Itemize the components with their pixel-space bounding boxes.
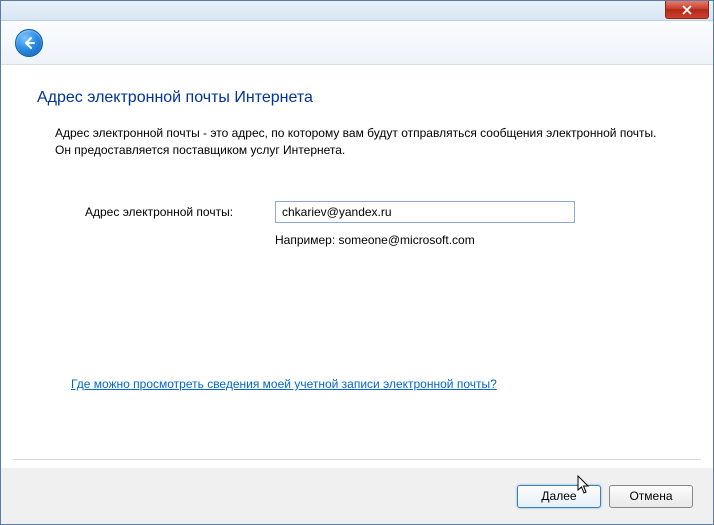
close-icon: [682, 5, 692, 15]
content-area: Адрес электронной почты Интернета Адрес …: [1, 65, 713, 247]
footer-divider: [13, 459, 701, 460]
close-button[interactable]: [665, 1, 709, 19]
help-link[interactable]: Где можно просмотреть сведения моей учет…: [71, 377, 497, 391]
email-hint: Например: someone@microsoft.com: [37, 233, 677, 247]
titlebar: [1, 1, 713, 21]
cancel-button[interactable]: Отмена: [609, 485, 693, 508]
page-description: Адрес электронной почты - это адрес, по …: [37, 125, 677, 159]
footer: Далее Отмена: [1, 468, 713, 524]
email-input[interactable]: [275, 201, 575, 223]
back-arrow-icon: [22, 36, 36, 50]
header-strip: [1, 21, 713, 65]
back-button[interactable]: [15, 29, 43, 57]
next-button[interactable]: Далее: [517, 485, 601, 508]
page-title: Адрес электронной почты Интернета: [37, 89, 677, 107]
email-label: Адрес электронной почты:: [85, 205, 275, 219]
email-row: Адрес электронной почты:: [37, 201, 677, 223]
